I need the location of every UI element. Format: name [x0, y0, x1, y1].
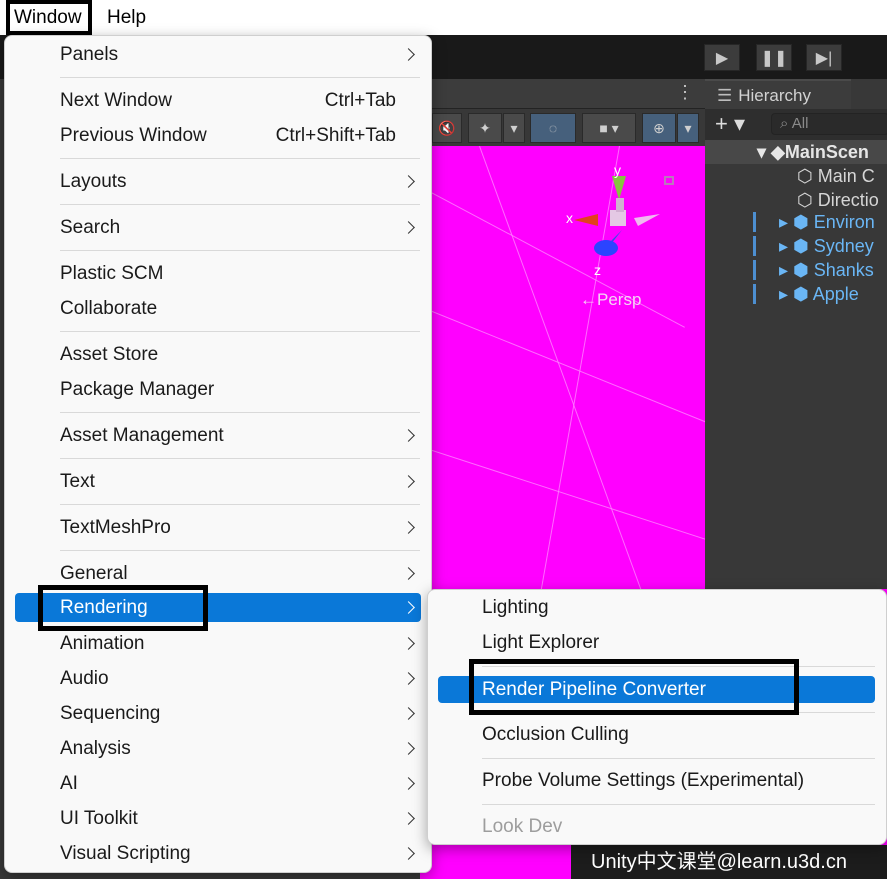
- expand-arrow-icon[interactable]: ▸: [779, 236, 793, 256]
- hierarchy-tab-label: Hierarchy: [738, 86, 811, 105]
- hierarchy-row[interactable]: ▸ ⬢ Environ: [705, 210, 887, 234]
- search-placeholder: All: [791, 115, 809, 132]
- submenu-item-probe-volume-settings[interactable]: Probe Volume Settings (Experimental): [438, 767, 875, 794]
- prefab-icon: ⬢: [793, 212, 814, 232]
- chevron-right-icon: [402, 637, 415, 650]
- list-icon: ☰: [717, 86, 733, 105]
- menu-item-search[interactable]: Search: [15, 211, 421, 244]
- tab-hierarchy[interactable]: ☰ Hierarchy: [705, 79, 851, 109]
- menu-item-panels[interactable]: Panels: [15, 38, 421, 71]
- shortcut-label: Ctrl+Tab: [324, 90, 396, 111]
- submenu-item-occlusion-culling[interactable]: Occlusion Culling: [438, 721, 875, 748]
- shortcut-label: Ctrl+Shift+Tab: [275, 125, 396, 146]
- window-menu: Panels Next Window Ctrl+Tab Previous Wind…: [4, 35, 432, 873]
- gizmo-x-label: x: [566, 210, 573, 226]
- watermark: Unity中文课堂@learn.u3d.cn: [571, 845, 887, 879]
- menubar: Window Help: [0, 0, 887, 35]
- submenu-item-lighting[interactable]: Lighting: [438, 594, 875, 621]
- menu-item-textmeshpro[interactable]: TextMeshPro: [15, 511, 421, 544]
- projection-label[interactable]: ←Persp: [580, 290, 641, 310]
- chevron-right-icon: [402, 521, 415, 534]
- chevron-right-icon: [402, 175, 415, 188]
- menu-item-ui-toolkit[interactable]: UI Toolkit: [15, 802, 421, 835]
- chevron-right-icon: [402, 672, 415, 685]
- expand-arrow-icon[interactable]: ▾: [757, 142, 771, 162]
- rendering-submenu: Lighting Light Explorer Render Pipeline …: [427, 589, 887, 845]
- hierarchy-row[interactable]: ▸ ⬢ Apple: [705, 282, 887, 306]
- audio-mute-icon[interactable]: 🔇: [432, 113, 462, 143]
- menu-item-analysis[interactable]: Analysis: [15, 732, 421, 765]
- step-button[interactable]: ▶|: [806, 44, 842, 71]
- menu-item-audio[interactable]: Audio: [15, 662, 421, 695]
- chevron-right-icon: [402, 221, 415, 234]
- menu-item-ai[interactable]: AI: [15, 767, 421, 800]
- camera-icon[interactable]: ■ ▾: [582, 113, 636, 143]
- pause-button[interactable]: ❚❚: [756, 44, 792, 71]
- menu-item-package-manager[interactable]: Package Manager: [15, 373, 421, 406]
- chevron-right-icon: [402, 567, 415, 580]
- menu-item-animation[interactable]: Animation: [15, 627, 421, 660]
- expand-arrow-icon[interactable]: ▸: [779, 284, 793, 304]
- menu-item-collaborate[interactable]: Collaborate: [15, 292, 421, 325]
- effects-dropdown-icon[interactable]: ▾: [503, 113, 525, 143]
- scene-toolbar: [420, 79, 705, 109]
- chevron-right-icon: [402, 48, 415, 61]
- submenu-item-look-dev: Look Dev: [482, 816, 563, 837]
- chevron-right-icon: [402, 777, 415, 790]
- hierarchy-search-input[interactable]: ⌕ All: [771, 113, 887, 135]
- hierarchy-row-scene[interactable]: ▾ ◆MainScen: [705, 140, 887, 164]
- more-options-icon[interactable]: ⋮: [676, 82, 694, 103]
- render-pipeline-converter-callout-box: [469, 659, 799, 715]
- menu-window[interactable]: Window: [6, 0, 92, 35]
- gizmos-dropdown-icon[interactable]: ▾: [677, 113, 699, 143]
- hierarchy-panel: ☰ Hierarchy + ▾ ⌕ All ▾ ◆MainScen ⬡ Main …: [705, 79, 887, 589]
- chevron-right-icon: [402, 847, 415, 860]
- effects-icon[interactable]: ✦: [468, 113, 502, 143]
- expand-arrow-icon[interactable]: ▸: [779, 260, 793, 280]
- hierarchy-row[interactable]: ▸ ⬢ Shanks: [705, 258, 887, 282]
- hierarchy-row[interactable]: ▸ ⬢ Sydney: [705, 234, 887, 258]
- expand-arrow-icon[interactable]: ▸: [779, 212, 793, 232]
- gizmo-y-label: y: [614, 162, 621, 178]
- menu-item-previous-window[interactable]: Previous Window Ctrl+Shift+Tab: [15, 119, 421, 152]
- chevron-right-icon: [402, 429, 415, 442]
- add-object-icon[interactable]: + ▾: [715, 111, 745, 137]
- menu-item-text[interactable]: Text: [15, 465, 421, 498]
- chevron-right-icon: [402, 742, 415, 755]
- hierarchy-row[interactable]: ⬡ Main C: [705, 164, 887, 188]
- submenu-item-light-explorer[interactable]: Light Explorer: [438, 629, 875, 656]
- gizmos-icon[interactable]: ⊕: [642, 113, 676, 143]
- cube-icon: ⬡: [797, 166, 818, 186]
- cube-icon: ⬡: [797, 190, 818, 210]
- scene-visibility-icon[interactable]: ◌: [530, 113, 576, 143]
- rendering-callout-box: [38, 585, 208, 631]
- play-button[interactable]: ▶: [704, 44, 740, 71]
- prefab-icon: ⬢: [793, 236, 814, 256]
- menu-item-plastic-scm[interactable]: Plastic SCM: [15, 257, 421, 290]
- menu-help[interactable]: Help: [101, 0, 152, 35]
- menu-item-layouts[interactable]: Layouts: [15, 165, 421, 198]
- menu-item-sequencing[interactable]: Sequencing: [15, 697, 421, 730]
- hierarchy-row[interactable]: ⬡ Directio: [705, 188, 887, 212]
- chevron-right-icon: [402, 707, 415, 720]
- gizmo-z-label: z: [594, 262, 601, 278]
- chevron-right-icon: [402, 475, 415, 488]
- menu-item-asset-store[interactable]: Asset Store: [15, 338, 421, 371]
- chevron-right-icon: [402, 812, 415, 825]
- chevron-right-icon: [402, 601, 415, 614]
- prefab-icon: ⬢: [793, 260, 814, 280]
- menu-item-next-window[interactable]: Next Window Ctrl+Tab: [15, 84, 421, 117]
- unity-scene-icon: ◆: [771, 142, 785, 162]
- menu-item-visual-scripting[interactable]: Visual Scripting: [15, 837, 421, 870]
- menu-item-asset-management[interactable]: Asset Management: [15, 419, 421, 452]
- search-icon: ⌕: [780, 115, 792, 132]
- prefab-icon: ⬢: [793, 284, 813, 304]
